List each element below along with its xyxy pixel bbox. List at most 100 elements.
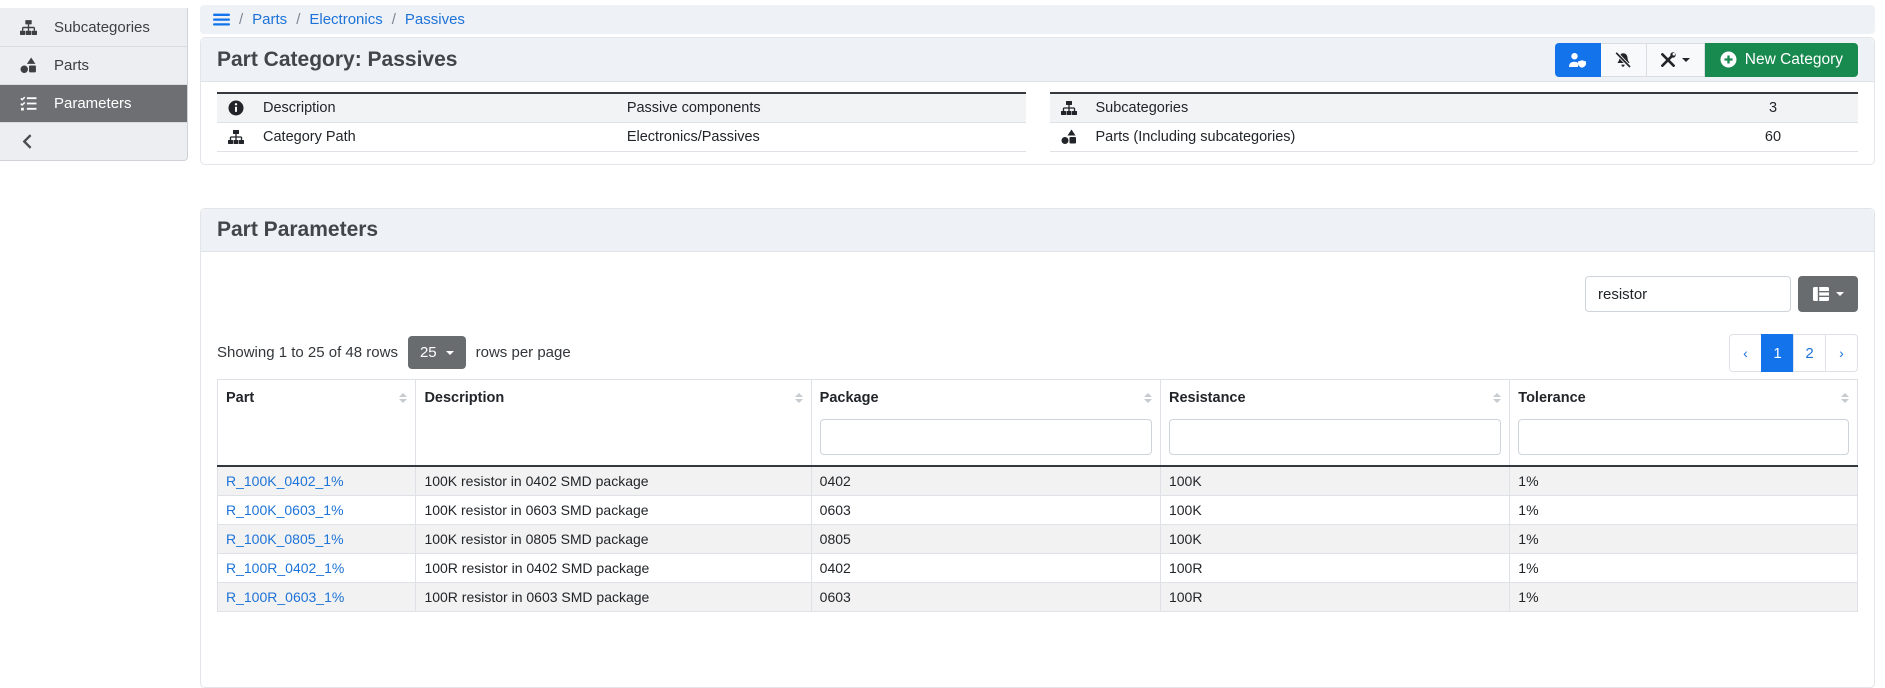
pagination-info-row: Showing 1 to 25 of 48 rows 25 rows per p…: [217, 336, 1858, 369]
breadcrumb-item-passives[interactable]: Passives: [405, 11, 465, 28]
info-value: Passive components: [619, 93, 1026, 123]
column-header-tolerance[interactable]: Tolerance: [1510, 380, 1858, 467]
breadcrumb-separator: /: [239, 11, 243, 28]
caret-down-icon: [1682, 58, 1690, 62]
part-parameters-body: Showing 1 to 25 of 48 rows 25 rows per p…: [201, 252, 1874, 628]
breadcrumb-item-parts[interactable]: Parts: [252, 11, 287, 28]
sidebar-item-label: Subcategories: [54, 19, 150, 36]
table-row: Parts (Including subcategories) 60: [1050, 123, 1859, 152]
cell-package: 0805: [811, 525, 1160, 554]
cell-description: 100K resistor in 0603 SMD package: [416, 496, 811, 525]
shapes-icon: [1061, 129, 1077, 145]
showing-rows-text: Showing 1 to 25 of 48 rows: [217, 344, 398, 361]
info-value: 3: [1688, 93, 1858, 123]
package-filter-input[interactable]: [820, 419, 1152, 455]
sidebar-collapse-button[interactable]: [0, 122, 187, 160]
category-stats-table: Subcategories 3 Parts (Including subcate…: [1050, 92, 1859, 152]
sitemap-icon: [1061, 100, 1077, 116]
info-value: 60: [1688, 123, 1858, 152]
sort-icon[interactable]: [1841, 393, 1849, 403]
cell-description: 100R resistor in 0402 SMD package: [416, 554, 811, 583]
shapes-icon: [20, 57, 37, 74]
info-value: Electronics/Passives: [619, 123, 1026, 152]
section-title: Part Parameters: [217, 218, 378, 242]
breadcrumb-separator: /: [392, 11, 396, 28]
search-input[interactable]: [1585, 276, 1791, 312]
table-row: R_100K_0603_1% 100K resistor in 0603 SMD…: [218, 496, 1858, 525]
caret-down-icon: [1836, 292, 1844, 296]
column-header-description[interactable]: Description: [416, 380, 811, 467]
info-label: Parts (Including subcategories): [1088, 123, 1689, 152]
page-title: Part Category: Passives: [217, 48, 457, 72]
breadcrumb-item-electronics[interactable]: Electronics: [309, 11, 382, 28]
disable-notifications-button[interactable]: [1601, 43, 1647, 77]
column-header-part[interactable]: Part: [218, 380, 416, 467]
column-header-package[interactable]: Package: [811, 380, 1160, 467]
cell-resistance: 100K: [1160, 525, 1509, 554]
table-row: R_100R_0402_1% 100R resistor in 0402 SMD…: [218, 554, 1858, 583]
permissions-button[interactable]: [1555, 43, 1601, 77]
table-row: Subcategories 3: [1050, 93, 1859, 123]
category-details-table: Description Passive components Category …: [217, 92, 1026, 152]
cell-description: 100R resistor in 0603 SMD package: [416, 583, 811, 612]
tolerance-filter-input[interactable]: [1518, 419, 1849, 455]
caret-down-icon: [446, 351, 454, 355]
table-row: R_100R_0603_1% 100R resistor in 0603 SMD…: [218, 583, 1858, 612]
category-actions: New Category: [1555, 43, 1858, 77]
pagination-prev-button[interactable]: ‹: [1729, 334, 1762, 372]
chevron-left-icon: [20, 133, 37, 150]
info-label: Subcategories: [1088, 93, 1689, 123]
pagination-next-button[interactable]: ›: [1825, 334, 1858, 372]
cell-tolerance: 1%: [1510, 525, 1858, 554]
part-link[interactable]: R_100K_0805_1%: [226, 531, 344, 547]
sort-icon[interactable]: [795, 393, 803, 403]
part-link[interactable]: R_100K_0603_1%: [226, 502, 344, 518]
column-label: Description: [424, 390, 504, 406]
part-parameters-card: Part Parameters Showing 1 to 25 of 48 ro…: [200, 208, 1875, 688]
column-header-resistance[interactable]: Resistance: [1160, 380, 1509, 467]
cell-package: 0402: [811, 554, 1160, 583]
part-link[interactable]: R_100R_0402_1%: [226, 560, 344, 576]
sidebar-item-subcategories[interactable]: Subcategories: [0, 8, 187, 46]
columns-dropdown-button[interactable]: [1798, 276, 1858, 312]
table-row: Category Path Electronics/Passives: [217, 123, 1026, 152]
cell-description: 100K resistor in 0805 SMD package: [416, 525, 811, 554]
table-toolbar: [217, 276, 1858, 312]
part-link[interactable]: R_100R_0603_1%: [226, 589, 344, 605]
user-shield-icon: [1568, 52, 1587, 68]
column-label: Tolerance: [1518, 390, 1585, 406]
sidebar-item-label: Parameters: [54, 95, 132, 112]
table-list-icon: [1813, 287, 1829, 301]
category-info-panel: Description Passive components Category …: [201, 82, 1874, 164]
cell-resistance: 100R: [1160, 583, 1509, 612]
info-circle-icon: [228, 100, 244, 116]
table-row: R_100K_0805_1% 100K resistor in 0805 SMD…: [218, 525, 1858, 554]
tools-dropdown-button[interactable]: [1647, 43, 1705, 77]
sidebar: Subcategories Parts Parameters: [0, 8, 188, 161]
sort-icon[interactable]: [399, 393, 407, 403]
cell-resistance: 100K: [1160, 466, 1509, 496]
column-label: Part: [226, 390, 254, 406]
pagination-page-1[interactable]: 1: [1761, 334, 1794, 372]
resistance-filter-input[interactable]: [1169, 419, 1501, 455]
sort-icon[interactable]: [1493, 393, 1501, 403]
sidebar-item-parts[interactable]: Parts: [0, 46, 187, 84]
sidebar-item-label: Parts: [54, 57, 89, 74]
cell-description: 100K resistor in 0402 SMD package: [416, 466, 811, 496]
sitemap-icon: [20, 19, 37, 36]
pagination-page-2[interactable]: 2: [1793, 334, 1826, 372]
part-link[interactable]: R_100K_0402_1%: [226, 473, 344, 489]
new-category-button[interactable]: New Category: [1705, 43, 1858, 77]
cell-package: 0603: [811, 583, 1160, 612]
info-label: Category Path: [255, 123, 619, 152]
page-size-dropdown[interactable]: 25: [408, 336, 466, 369]
sort-icon[interactable]: [1144, 393, 1152, 403]
sidebar-item-parameters[interactable]: Parameters: [0, 84, 187, 122]
sidebar-toggle-button[interactable]: [213, 11, 230, 28]
breadcrumb: / Parts / Electronics / Passives: [200, 5, 1875, 34]
cell-tolerance: 1%: [1510, 466, 1858, 496]
category-card: Part Category: Passives New Category: [200, 37, 1875, 165]
hamburger-icon: [213, 11, 230, 28]
cell-tolerance: 1%: [1510, 496, 1858, 525]
cell-package: 0603: [811, 496, 1160, 525]
